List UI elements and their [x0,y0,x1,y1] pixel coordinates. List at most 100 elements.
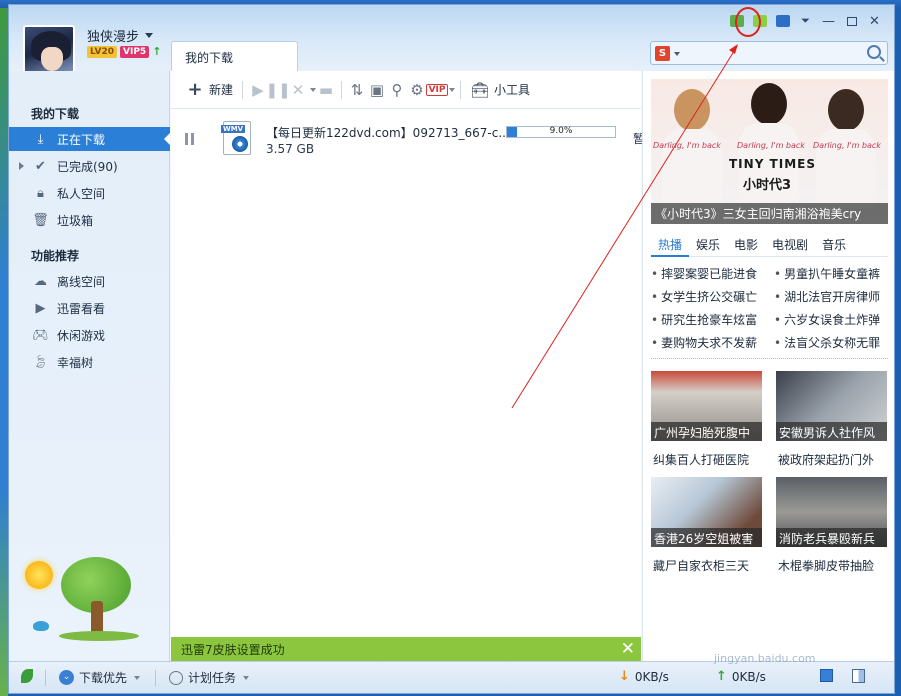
upload-speed: ↑ 0KB/s [716,669,766,684]
sidebar-item-trash[interactable]: 🗑︎ 垃圾箱 [9,208,170,232]
video-file-icon: WMV [221,121,251,155]
banner-script: Darling, I'm back [737,141,805,150]
search-box[interactable]: S [650,41,888,65]
pause-button[interactable]: ❚❚ [265,80,290,100]
tab-movies[interactable]: 电影 [727,231,765,257]
user-badges: LV20 VIP5 ↑ [87,45,161,58]
search-input[interactable] [683,44,863,62]
sidebar-item-downloading[interactable]: ⤓ 正在下载 [9,127,170,151]
movie-banner[interactable]: Darling, I'm back Darling, I'm back Darl… [651,79,888,224]
maximize-button[interactable] [840,11,863,31]
user-avatar[interactable] [23,25,75,77]
sidebar-item-offline-space[interactable]: ☁ 离线空间 [9,269,170,293]
happy-tree-illustration[interactable] [39,553,149,643]
schedule-button[interactable]: 计划任务 [169,669,250,686]
status-divider [155,670,156,686]
news-link[interactable]: 研究生抢豪车炫富 [651,311,763,328]
details-button[interactable]: ▣ [367,80,387,100]
arrow-up-icon: ↑ [152,45,162,58]
tab-hot[interactable]: 热播 [651,231,690,257]
close-icon[interactable]: ✕ [621,639,635,659]
float-window-button[interactable] [820,669,833,682]
thumbnail-subtitle[interactable]: 被政府架起扔门外 [778,451,874,468]
level-badge[interactable]: LV20 [87,45,117,58]
check-icon: ✔ [35,158,46,174]
news-link[interactable]: 湖北法官开房律师 [774,288,886,305]
delete-button[interactable]: ✕ [288,80,308,100]
vip-button[interactable]: VIP [425,80,449,100]
sidebar-item-label: 休闲游戏 [57,328,106,343]
main-menu-button[interactable]: ⏷ [794,11,817,31]
chevron-down-icon[interactable] [674,52,680,56]
thumbnail-subtitle[interactable]: 纠集百人打砸医院 [653,451,749,468]
news-thumbnail[interactable]: 广州孕妇胎死腹中 [651,371,762,441]
news-link[interactable]: 妻购物夫求不发薪 [651,334,763,351]
settings-button[interactable]: ⚙ [407,80,427,100]
username-menu[interactable]: 独侠漫步 [87,26,154,45]
notification-text: 迅雷7皮肤设置成功 [181,642,285,657]
notification-bar: 迅雷7皮肤设置成功 ✕ [171,637,641,661]
vip-icon: VIP [425,83,449,96]
toolbar-divider [341,80,343,99]
banner-logo-cn: 小时代3 [743,178,792,193]
news-link[interactable]: 六岁女误食土炸弹 [774,311,886,328]
leaf-icon [21,669,33,683]
sidebar-item-happy-tree[interactable]: 🍃︎ 幸福树 [9,350,170,374]
sidebar-item-private[interactable]: 🔒︎ 私人空间 [9,181,170,205]
baidu-watermark-url: jingyan.baidu.com [714,652,816,665]
task-row[interactable]: WMV 【每日更新122dvd.com】092713_667-c... 3.57… [171,111,645,161]
news-link[interactable]: 摔婴案婴已能进食 [651,265,763,282]
title-bar[interactable]: 独侠漫步 LV20 VIP5 ↑ 我的下载 ⏷ — ✕ S [9,5,894,77]
thumbnail-caption: 安徽男诉人社作风 [776,422,887,441]
task-pause-button[interactable] [185,133,194,145]
vip-badge[interactable]: VIP5 [120,45,150,58]
news-link[interactable]: 法盲父杀女称无罪 [774,334,886,351]
search-engine-logo[interactable]: S [655,46,670,61]
find-button[interactable]: ⚲ [387,80,407,100]
sidebar-toggle-button[interactable] [852,669,865,683]
thumbnail-subtitle[interactable]: 藏尸自家衣柜三天 [653,557,749,574]
chevron-down-icon[interactable] [449,87,456,92]
news-tabs: 热播 娱乐 电影 电视剧 音乐 [651,231,888,257]
task-progress-bar: 9.0% [506,126,616,138]
folder-button[interactable]: ▬ [316,80,336,100]
banner-logo: TINY TIMES [729,157,816,171]
baidu-watermark: Baidu经验 [692,614,880,654]
search-icon[interactable] [867,45,881,59]
happy-tree-button[interactable] [21,669,33,683]
sidebar-section-downloads: 我的下载 [31,107,80,121]
play-icon: ▶ [35,300,46,316]
banner-caption[interactable]: 《小时代3》三女主回归南湘浴袍美cry [651,203,888,224]
tab-music[interactable]: 音乐 [815,231,853,257]
window-icon [820,669,833,682]
tab-entertainment[interactable]: 娱乐 [689,231,727,257]
arrow-down-icon: ↓ [619,669,630,684]
close-button[interactable]: ✕ [863,11,886,31]
skin-button[interactable] [771,11,794,31]
maximize-icon [846,16,857,26]
sidebar-item-completed[interactable]: ✔ 已完成(90) [9,154,170,178]
news-thumbnail[interactable]: 香港26岁空姐被害 [651,477,762,547]
minimize-button[interactable]: — [817,11,840,31]
news-thumbnail[interactable]: 消防老兵暴殴新兵 [776,477,887,547]
news-panel: Darling, I'm back Darling, I'm back Darl… [642,71,894,661]
tab-my-downloads[interactable]: 我的下载 [171,41,298,71]
new-task-label: 新建 [209,83,234,97]
news-link[interactable]: 男童扒午睡女童裤 [774,265,886,282]
tab-tv[interactable]: 电视剧 [765,231,815,257]
sidebar-item-games[interactable]: 🎮︎ 休闲游戏 [9,323,170,347]
thumbnail-subtitle[interactable]: 木棍拳脚皮带抽脸 [778,557,874,574]
tools-button[interactable]: 🧰︎ 小工具 [466,78,534,102]
cloud-icon: ☁ [34,273,47,289]
gamepad-icon: 🎮︎ [32,327,49,343]
sort-button[interactable]: ⇅ [347,80,367,100]
toolbar-divider [242,80,244,99]
sidebar-item-label: 已完成(90) [57,159,118,174]
new-task-button[interactable]: + 新建 [181,78,237,102]
upload-speed-value: 0KB/s [731,669,766,684]
sidebar-item-kankan[interactable]: ▶ 迅雷看看 [9,296,170,320]
download-priority-button[interactable]: ⌄ 下载优先 [59,669,141,686]
news-thumbnail[interactable]: 安徽男诉人社作风 [776,371,887,441]
news-link[interactable]: 女学生挤公交碾亡 [651,288,763,305]
expand-arrow-icon[interactable] [19,162,24,170]
